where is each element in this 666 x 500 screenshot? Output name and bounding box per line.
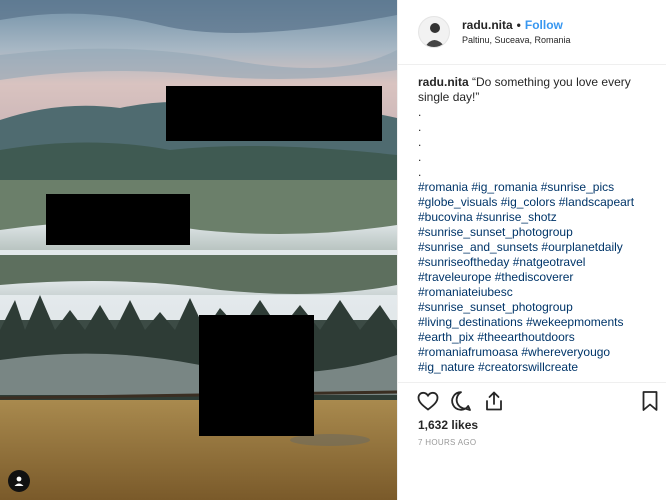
hashtag-line[interactable]: #living_destinations #wekeepmoments [418, 315, 623, 329]
caption-area: radu.nita “Do something you love every s… [418, 75, 660, 380]
hashtag-line[interactable]: #romaniateiubesc [418, 285, 513, 299]
hashtag-line[interactable]: #sunrise_sunset_photogroup [418, 300, 573, 314]
post-photo[interactable] [0, 0, 397, 500]
caption-dot: . [418, 105, 422, 119]
hashtag-line[interactable]: #bucovina #sunrise_shotz [418, 210, 557, 224]
post-header: radu.nita • Follow Paltinu, Suceava, Roman… [398, 0, 666, 65]
hashtag-line[interactable]: #sunrise_sunset_photogroup [418, 225, 573, 239]
like-count[interactable]: 1,632 likes [418, 418, 478, 432]
follow-button[interactable]: Follow [525, 18, 563, 32]
redaction-box-2 [46, 194, 190, 245]
caption-dot: . [418, 150, 422, 164]
bookmark-icon[interactable] [638, 389, 662, 413]
hashtag-line[interactable]: #ig_nature #creatorswillcreate [418, 360, 578, 374]
caption-text-line2: single day!” [418, 90, 480, 104]
action-bar [398, 382, 666, 419]
hashtag-line[interactable]: #sunrise_and_sunsets #ourplanetdaily [418, 240, 623, 254]
hashtag-line[interactable]: #traveleurope #thediscoverer [418, 270, 573, 284]
caption-dot: . [418, 120, 422, 134]
hashtag-line[interactable]: #globe_visuals #ig_colors #landscapeart [418, 195, 634, 209]
share-icon[interactable] [482, 389, 506, 413]
caption-username[interactable]: radu.nita [418, 75, 469, 89]
hashtag-line[interactable]: #sunriseoftheday #natgeotravel [418, 255, 585, 269]
user-tag-icon[interactable] [8, 470, 30, 492]
hashtag-line[interactable]: #romania #ig_romania #sunrise_pics [418, 180, 614, 194]
caption-text-line1: “Do something you love every [472, 75, 631, 89]
location-link[interactable]: Paltinu, Suceava, Romania [462, 33, 571, 47]
redaction-box-1 [166, 86, 382, 141]
post-side-panel: radu.nita • Follow Paltinu, Suceava, Roman… [397, 0, 666, 500]
caption-dot: . [418, 165, 422, 179]
caption-dots: . . . . . [418, 105, 660, 180]
caption-dot: . [418, 135, 422, 149]
username-link[interactable]: radu.nita [462, 18, 513, 32]
separator-dot: • [516, 18, 521, 32]
hashtag-line[interactable]: #earth_pix #theearthoutdoors [418, 330, 575, 344]
redaction-box-3 [199, 315, 314, 436]
heart-icon[interactable] [416, 389, 440, 413]
avatar[interactable] [418, 16, 450, 48]
hashtag-line[interactable]: #romaniafrumoasa #whereveryougo [418, 345, 610, 359]
post-timestamp: 7 HOURS AGO [418, 438, 477, 447]
hashtag-list: #romania #ig_romania #sunrise_pics #glob… [418, 180, 660, 375]
comment-icon[interactable] [449, 389, 473, 413]
